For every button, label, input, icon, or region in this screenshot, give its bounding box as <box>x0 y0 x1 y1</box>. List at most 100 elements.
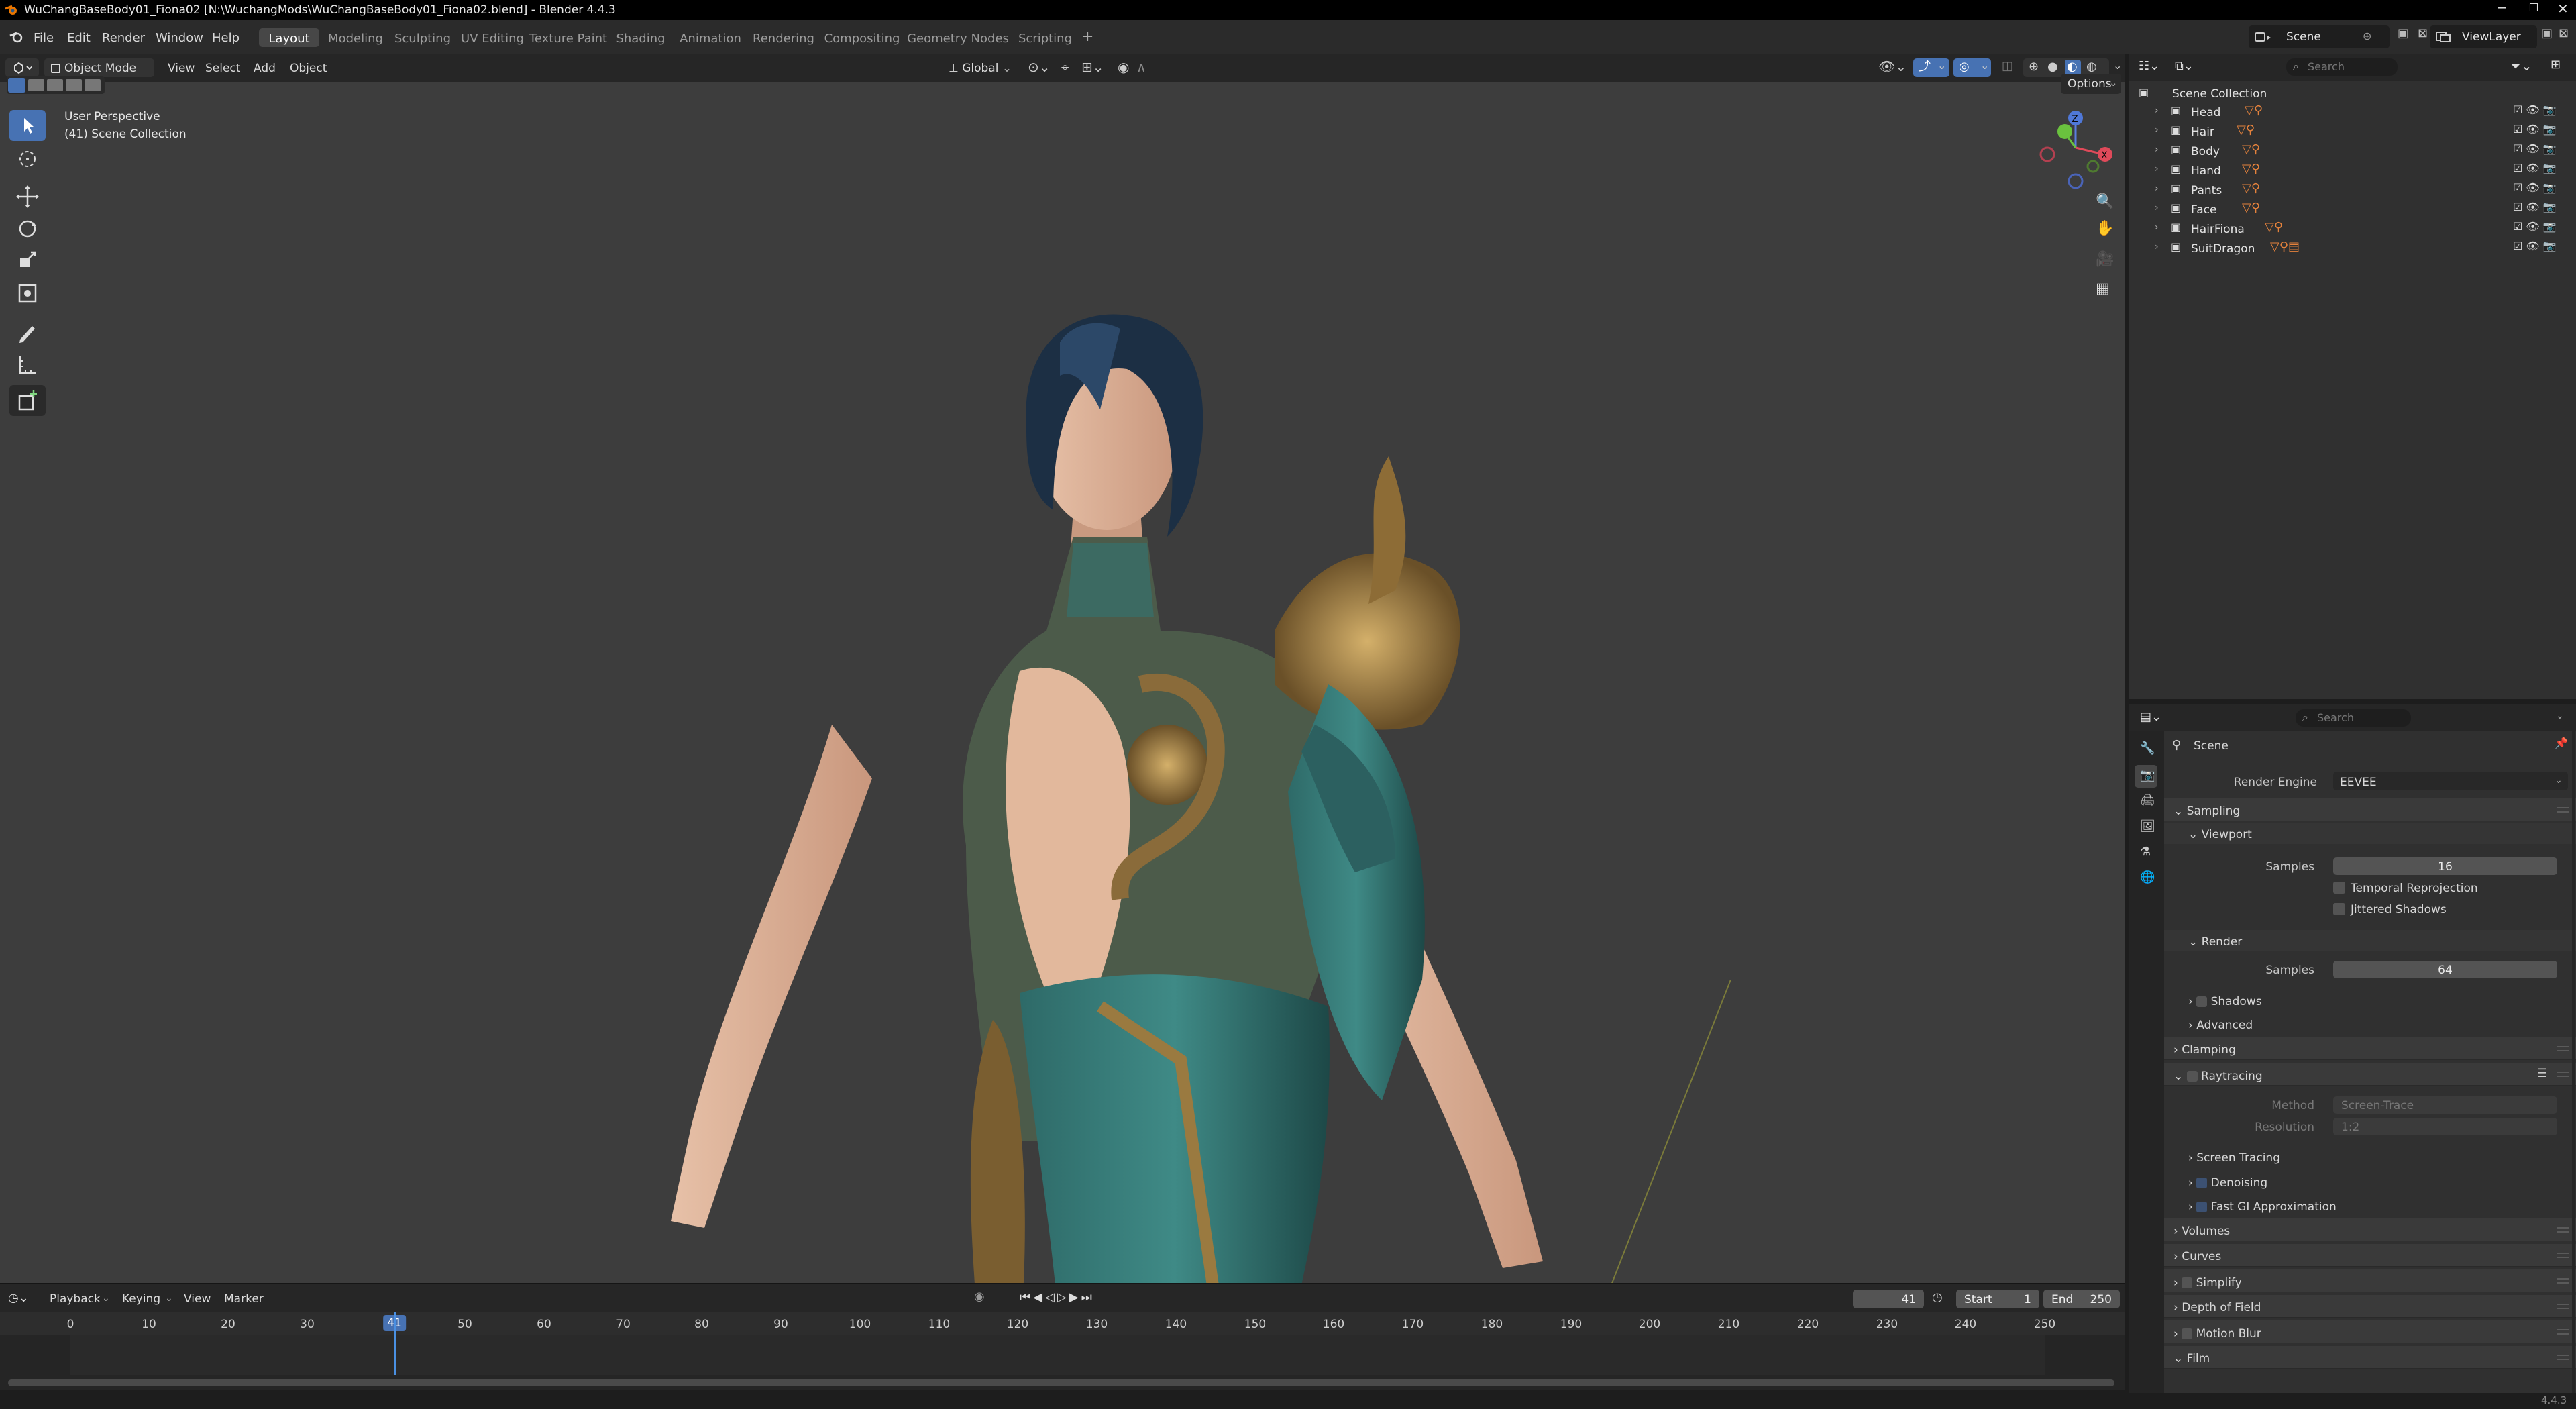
panel-volumes[interactable]: › Volumes <box>2164 1218 2576 1241</box>
select-extend-icon[interactable] <box>28 79 44 91</box>
properties-editor-icon[interactable]: ▤⌄ <box>2140 711 2161 723</box>
tab-uv-editing[interactable]: UV Editing <box>456 28 529 47</box>
frame-ruler[interactable]: 0 10 20 30 41 50 60 70 80 90 100 110 120… <box>0 1312 2125 1335</box>
navigation-gizmo[interactable]: Z X <box>2034 106 2121 193</box>
tab-compositing[interactable]: Compositing <box>820 28 904 47</box>
panel-curves[interactable]: › Curves <box>2164 1244 2576 1267</box>
rendered-shading-icon[interactable]: ◍ <box>2086 61 2097 73</box>
tool-tab-icon[interactable]: 🔧 <box>2135 738 2157 761</box>
visibility-toggles-icon[interactable]: ☑ 👁 📷 <box>2513 124 2557 135</box>
delete-view-layer-icon[interactable]: ⊠ <box>2559 28 2569 40</box>
select-box-tool[interactable] <box>9 110 46 141</box>
visibility-toggles-icon[interactable]: ☑ 👁 📷 <box>2513 163 2557 174</box>
outliner-row-hair[interactable]: › ▣ Hair ▽⚲ ☑ 👁 📷 <box>2129 121 2576 140</box>
subpanel-screen-tracing[interactable]: › Screen Tracing <box>2164 1146 2576 1167</box>
menu-playback[interactable]: Playback <box>50 1292 101 1306</box>
drag-grip-icon[interactable] <box>2557 1329 2569 1335</box>
panel-raytracing[interactable]: ⌄ Raytracing ☰ <box>2164 1063 2576 1086</box>
timeline-scrollbar[interactable] <box>8 1379 2114 1386</box>
visibility-toggles-icon[interactable]: ☑ 👁 📷 <box>2513 144 2557 154</box>
motion-blur-checkbox[interactable] <box>2182 1328 2193 1339</box>
rotate-tool[interactable] <box>9 213 46 244</box>
xray-icon[interactable]: ◫ <box>2002 60 2013 72</box>
snap-target-icon[interactable]: ⊞⌄ <box>1081 60 1104 74</box>
select-invert-icon[interactable] <box>66 79 82 91</box>
tab-rendering[interactable]: Rendering <box>750 28 817 47</box>
expand-chevron-icon[interactable]: › <box>2155 242 2159 252</box>
simplify-checkbox[interactable] <box>2182 1277 2193 1288</box>
snap-icon[interactable]: ⌖ <box>1061 60 1069 74</box>
end-frame-field[interactable]: End 250 <box>2043 1290 2120 1308</box>
jittered-shadows-checkbox[interactable] <box>2333 903 2345 915</box>
proportional-edit-icon[interactable]: ◉ <box>1118 60 1129 74</box>
select-intersect-icon[interactable] <box>85 79 101 91</box>
properties-options-chevron-icon[interactable]: ⌄ <box>2556 711 2564 721</box>
restore-button[interactable]: ❐ <box>2529 3 2538 13</box>
move-tool[interactable] <box>9 181 46 212</box>
tab-layout[interactable]: Layout <box>259 28 319 47</box>
scene-selector[interactable]: Scene ⊕ <box>2249 25 2390 48</box>
display-mode-icon[interactable]: ⧉⌄ <box>2175 60 2194 72</box>
annotate-tool[interactable] <box>9 317 46 348</box>
visibility-toggles-icon[interactable]: ☑ 👁 📷 <box>2513 182 2557 193</box>
menu-view[interactable]: View <box>168 62 195 75</box>
expand-chevron-icon[interactable]: › <box>2155 125 2159 135</box>
clock-editor-icon[interactable]: ◷⌄ <box>8 1292 29 1304</box>
outliner-editor-icon[interactable]: ☷⌄ <box>2139 60 2159 72</box>
menu-marker[interactable]: Marker <box>224 1292 264 1306</box>
visibility-filter-icon[interactable]: 👁⌄ <box>1878 60 1907 73</box>
panel-film[interactable]: ⌄ Film <box>2164 1346 2576 1369</box>
add-workspace-icon[interactable]: + <box>1081 30 1093 44</box>
filter-icon[interactable]: ⏷⌄ <box>2510 59 2532 72</box>
tab-scripting[interactable]: Scripting <box>1012 28 1079 47</box>
measure-tool[interactable] <box>9 349 46 380</box>
subpanel-advanced[interactable]: › Advanced <box>2164 1013 2576 1035</box>
shading-options-chevron-icon[interactable]: ⌄ <box>2113 60 2122 71</box>
character-model[interactable] <box>590 255 1597 1283</box>
menu-window[interactable]: Window <box>156 31 203 45</box>
menu-render[interactable]: Render <box>102 31 145 45</box>
panel-simplify[interactable]: › Simplify <box>2164 1269 2576 1292</box>
render-tab-icon[interactable]: 📷 <box>2135 765 2157 788</box>
subpanel-shadows[interactable]: › Shadows <box>2164 989 2576 1010</box>
drag-grip-icon[interactable] <box>2557 807 2569 813</box>
current-frame-field[interactable]: 41 <box>1853 1290 1924 1308</box>
panel-clamping[interactable]: › Clamping <box>2164 1037 2576 1060</box>
drag-grip-icon[interactable] <box>2557 1355 2569 1360</box>
3d-viewport[interactable]: Object Mode ⌄ View Select Add Object ⊥ G… <box>0 54 2125 1283</box>
pin-icon[interactable]: 📌 <box>2555 738 2568 749</box>
outliner-search-input[interactable]: ⌕ Search <box>2286 58 2398 76</box>
outliner-row-hand[interactable]: › ▣ Hand ▽⚲ ☑ 👁 📷 <box>2129 160 2576 179</box>
denoising-checkbox[interactable] <box>2196 1178 2208 1188</box>
panel-sampling[interactable]: ⌄ Sampling <box>2164 798 2576 821</box>
options-dropdown[interactable]: Options ⌄ <box>2061 74 2121 94</box>
subpanel-denoising[interactable]: › Denoising <box>2164 1170 2576 1192</box>
menu-edit[interactable]: Edit <box>67 31 91 45</box>
shadows-checkbox[interactable] <box>2196 996 2208 1007</box>
camera-view-icon[interactable]: 🎥 <box>2096 252 2114 267</box>
outliner-row-head[interactable]: › ▣ Head ▽⚲ ☑ 👁 📷 <box>2129 102 2576 121</box>
editor-type-button[interactable] <box>5 58 39 77</box>
tab-shading[interactable]: Shading <box>610 28 671 47</box>
menu-object[interactable]: Object <box>290 62 327 75</box>
tab-modeling[interactable]: Modeling <box>322 28 389 47</box>
cursor-tool[interactable] <box>9 144 46 174</box>
mode-dropdown[interactable]: Object Mode ⌄ <box>44 58 154 89</box>
properties-scrollbar[interactable] <box>2572 731 2575 1402</box>
expand-chevron-icon[interactable]: › <box>2155 203 2159 213</box>
scale-tool[interactable] <box>9 246 46 276</box>
outliner-row-body[interactable]: › ▣ Body ▽⚲ ☑ 👁 📷 <box>2129 141 2576 160</box>
panel-motion-blur[interactable]: › Motion Blur <box>2164 1320 2576 1343</box>
view-layer-tab-icon[interactable]: 🖼 <box>2135 816 2157 839</box>
visibility-toggles-icon[interactable]: ☑ 👁 📷 <box>2513 241 2557 252</box>
solid-shading-icon[interactable]: ● <box>2047 61 2058 73</box>
preview-range-icon[interactable]: ◷ <box>1932 1292 1943 1304</box>
new-view-layer-icon[interactable]: ▣ <box>2541 28 2553 40</box>
expand-chevron-icon[interactable]: › <box>2155 223 2159 232</box>
outliner-row-face[interactable]: › ▣ Face ▽⚲ ☑ 👁 📷 <box>2129 199 2576 218</box>
menu-file[interactable]: File <box>34 31 54 45</box>
select-new-icon[interactable] <box>8 78 25 93</box>
fast-gi-checkbox[interactable] <box>2196 1202 2208 1212</box>
outliner-row-scene-collection[interactable]: ▣ Scene Collection <box>2129 83 2576 102</box>
pan-hand-icon[interactable]: ✋ <box>2096 221 2114 236</box>
